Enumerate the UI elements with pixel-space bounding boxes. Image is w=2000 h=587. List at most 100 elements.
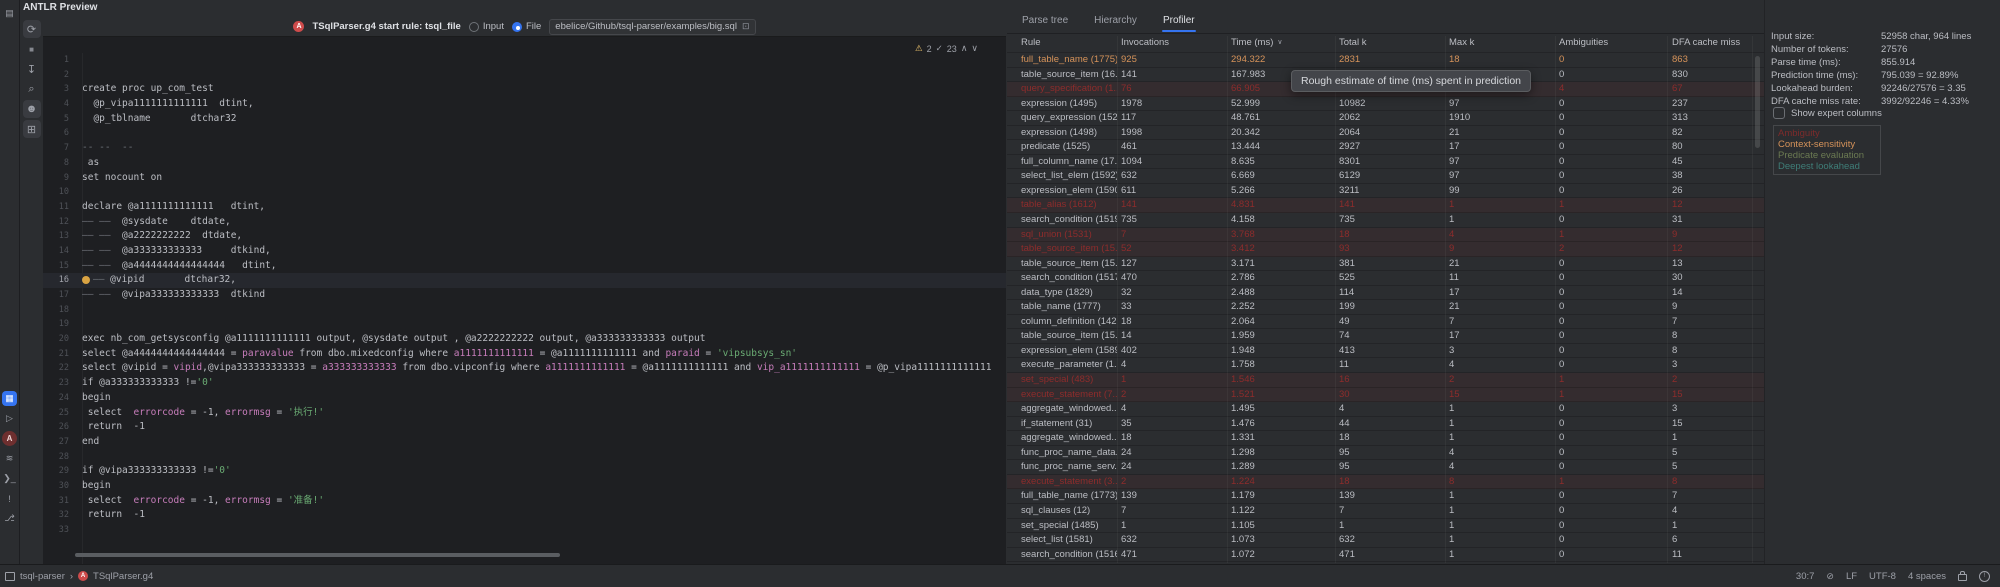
table-row[interactable]: execute_body (139...41.0314104 (1007, 562, 1764, 563)
table-row[interactable]: table_source_item (15...523.412939212 (1007, 242, 1764, 257)
show-expert-columns-checkbox[interactable]: Show expert columns (1773, 107, 1882, 119)
table-row[interactable]: aggregate_windowed...41.4954103 (1007, 402, 1764, 417)
problems-tool-icon[interactable]: ! (2, 491, 17, 506)
line-number: 31 (43, 494, 82, 509)
save-input-icon[interactable]: ↧ (23, 60, 41, 78)
table-row[interactable]: sql_clauses (12)71.1227104 (1007, 504, 1764, 519)
code-line: 23if @a333333333333 !='0' (43, 376, 1006, 391)
code-line: 26 return -1 (43, 420, 1006, 435)
line-number: 32 (43, 508, 82, 523)
stop-icon[interactable]: ■ (23, 40, 41, 58)
table-row[interactable]: func_proc_name_data...241.29895405 (1007, 446, 1764, 461)
table-row[interactable]: aggregate_windowed...181.33118101 (1007, 431, 1764, 446)
column-header-time-ms-[interactable]: Time (ms)∨ (1231, 37, 1273, 48)
file-radio[interactable]: File (512, 21, 541, 32)
column-header-ambiguities[interactable]: Ambiguities (1559, 37, 1608, 48)
code-editor[interactable]: 123create proc up_com_test4 @p_vipa11111… (43, 53, 1006, 538)
table-row[interactable]: select_list_elem (1592)6326.669612997038 (1007, 169, 1764, 184)
tab-hierarchy[interactable]: Hierarchy (1093, 13, 1138, 32)
indent-setting[interactable]: 4 spaces (1908, 571, 1946, 582)
terminal-tool-icon[interactable]: ❯_ (2, 471, 17, 486)
code-line: 22select @vipid = vipid,@vipa33333333333… (43, 361, 1006, 376)
horizontal-scrollbar[interactable] (75, 553, 560, 557)
table-row[interactable]: set_special (1485)11.1051101 (1007, 519, 1764, 534)
legend-deepest-lookahead: Deepest lookahead (1778, 161, 1876, 172)
file-encoding[interactable]: UTF-8 (1869, 571, 1896, 582)
profiler-mode-icon[interactable]: ☻ (23, 100, 41, 118)
table-row[interactable]: search_condition (1516)4711.0724711011 (1007, 548, 1764, 563)
table-row[interactable]: query_expression (1527)11748.76120621910… (1007, 111, 1764, 126)
highlighting-level-icon[interactable]: ⊘ (1826, 571, 1834, 582)
code-line: 21select @a4444444444444444 = paravalue … (43, 347, 1006, 362)
notifications-icon[interactable]: ! (1979, 571, 1990, 582)
line-number: 7 (43, 141, 82, 156)
stat-row: Prediction time (ms):795.039 = 92.89% (1765, 70, 2000, 83)
column-header-invocations[interactable]: Invocations (1121, 37, 1169, 48)
table-row[interactable]: expression_elem (1590)6115.266321199026 (1007, 184, 1764, 199)
table-vertical-scrollbar[interactable] (1755, 56, 1760, 148)
services-tool-icon[interactable]: ≋ (2, 451, 17, 466)
table-row[interactable]: sql_union (1531)73.76818419 (1007, 228, 1764, 243)
table-row[interactable]: set_special (483)11.54616212 (1007, 373, 1764, 388)
table-row[interactable]: expression_elem (1589)4021.948413308 (1007, 344, 1764, 359)
line-number: 13 (43, 229, 82, 244)
code-line: 27end (43, 435, 1006, 450)
sort-descending-icon: ∨ (1277, 38, 1282, 46)
table-row[interactable]: expression (1498)199820.342206421082 (1007, 126, 1764, 141)
file-path-field[interactable]: ebelice/Github/tsql-parser/examples/big.… (549, 19, 755, 35)
read-write-lock-icon[interactable] (1958, 574, 1967, 581)
browse-icon[interactable]: ⊡ (742, 21, 750, 32)
line-number: 33 (43, 523, 82, 538)
line-number: 24 (43, 391, 82, 406)
breadcrumb-file[interactable]: TSqlParser.g4 (93, 571, 153, 582)
table-row[interactable]: full_column_name (17...10948.63583019704… (1007, 155, 1764, 170)
table-row[interactable]: table_name (1777)332.2521992109 (1007, 300, 1764, 315)
vcs-tool-icon[interactable]: ⎇ (2, 511, 17, 526)
table-row[interactable]: execute_parameter (1...41.75811403 (1007, 358, 1764, 373)
breadcrumb-project[interactable]: tsql-parser (20, 571, 65, 582)
table-row[interactable]: data_type (1829)322.48811417014 (1007, 286, 1764, 301)
stat-value: 3992/92246 = 4.33% (1881, 96, 1969, 107)
table-row[interactable]: search_condition (1519)7354.1587351031 (1007, 213, 1764, 228)
column-header-rule[interactable]: Rule (1021, 37, 1041, 48)
table-row[interactable]: table_source_item (15...141.959741708 (1007, 329, 1764, 344)
project-window-icon[interactable] (5, 572, 15, 581)
code-line: 19 (43, 317, 1006, 332)
antlr-tool-icon[interactable]: A (2, 431, 17, 446)
panel-title: ANTLR Preview (23, 2, 97, 13)
table-row[interactable]: predicate (1525)46113.444292717080 (1007, 140, 1764, 155)
intention-bulb-icon[interactable] (82, 276, 90, 284)
profiler-table-body: full_table_name (1775)925294.32228311808… (1007, 53, 1764, 563)
stripe-menu-icon[interactable]: ▤ (2, 6, 17, 21)
table-row[interactable]: if_statement (31)351.476441015 (1007, 417, 1764, 432)
tab-profiler[interactable]: Profiler (1162, 13, 1196, 32)
table-row[interactable]: table_alias (1612)1414.8311411112 (1007, 198, 1764, 213)
tab-parse-tree[interactable]: Parse tree (1021, 13, 1069, 32)
table-row[interactable]: execute_statement (3...21.22418818 (1007, 475, 1764, 490)
parse-tree-mode-icon[interactable]: ⊞ (23, 120, 41, 138)
editor-panel[interactable]: A TSqlParser.g4 start rule: tsql_file In… (43, 17, 1006, 565)
column-header-total-k[interactable]: Total k (1339, 37, 1366, 48)
table-row[interactable]: column_definition (1421)182.06449707 (1007, 315, 1764, 330)
input-radio[interactable]: Input (469, 21, 504, 32)
refresh-icon[interactable]: ⟳ (23, 20, 41, 38)
scroll-to-source-icon[interactable]: ⌕ (23, 80, 41, 98)
table-row[interactable]: table_source_item (15...1273.17138121013 (1007, 257, 1764, 272)
legend-ambiguity: Ambiguity (1778, 128, 1876, 139)
column-header-max-k[interactable]: Max k (1449, 37, 1474, 48)
line-separator[interactable]: LF (1846, 571, 1857, 582)
line-number: 14 (43, 244, 82, 259)
table-row[interactable]: func_proc_name_serv...241.28995405 (1007, 460, 1764, 475)
stat-value: 92246/27576 = 3.35 (1881, 83, 1966, 94)
table-row[interactable]: expression (1495)197852.99910982970237 (1007, 97, 1764, 112)
antlr-preview-tool-icon[interactable]: ▦ (2, 391, 17, 406)
table-row[interactable]: execute_statement (7...21.5213015115 (1007, 388, 1764, 403)
table-row[interactable]: search_condition (1517)4702.78652511030 (1007, 271, 1764, 286)
caret-position[interactable]: 30:7 (1796, 571, 1815, 582)
table-row[interactable]: full_table_name (1775)925294.32228311808… (1007, 53, 1764, 68)
table-row[interactable]: full_table_name (1773)1391.179139107 (1007, 489, 1764, 504)
line-number: 5 (43, 112, 82, 127)
column-header-dfa-cache-miss[interactable]: DFA cache miss (1672, 37, 1740, 48)
table-row[interactable]: select_list (1581)6321.073632106 (1007, 533, 1764, 548)
run-tool-icon[interactable]: ▷ (2, 411, 17, 426)
